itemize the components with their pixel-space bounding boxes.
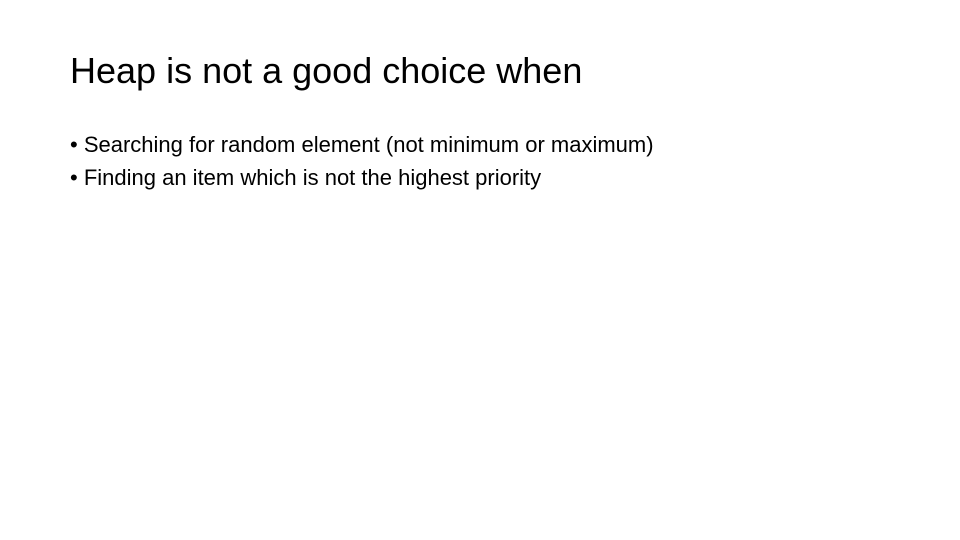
bullet-list: Searching for random element (not minimu… bbox=[70, 130, 890, 194]
bullet-item: Searching for random element (not minimu… bbox=[70, 130, 890, 161]
bullet-item: Finding an item which is not the highest… bbox=[70, 163, 890, 194]
slide-title: Heap is not a good choice when bbox=[70, 50, 890, 92]
